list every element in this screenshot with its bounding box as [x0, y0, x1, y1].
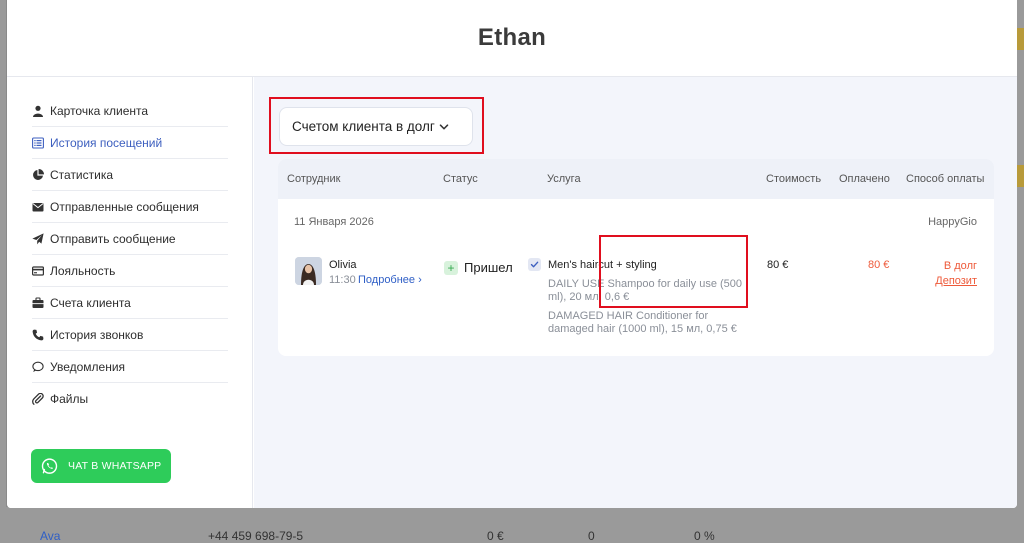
modal-title: Ethan: [477, 24, 547, 51]
background-right-edge: [1016, 0, 1024, 543]
column-header-status: Статус: [443, 173, 478, 185]
check-icon: [528, 258, 541, 271]
sidebar-item-sent-messages[interactable]: Отправленные сообщения: [32, 191, 228, 223]
briefcase-icon: [32, 296, 44, 309]
card-icon: [32, 265, 44, 277]
sidebar-item-label: Карточка клиента: [50, 103, 149, 118]
envelope-icon: [32, 201, 44, 213]
background-accent: [1016, 165, 1024, 187]
column-header-employee: Сотрудник: [287, 173, 341, 185]
chevron-down-icon: [439, 124, 449, 130]
background-value: 0 %: [694, 529, 715, 543]
sidebar-item-notifications[interactable]: Уведомления: [32, 351, 228, 383]
client-modal: Ethan Карточка клиента История посещений…: [7, 0, 1017, 508]
user-icon: [32, 105, 44, 117]
sidebar-item-label: Статистика: [50, 167, 114, 182]
sidebar-item-label: Отправленные сообщения: [50, 199, 199, 214]
payment-filter-value: Счетом клиента в долг: [292, 119, 435, 134]
sidebar-item-label: Отправить сообщение: [50, 231, 176, 246]
background-client-name: Ava: [40, 529, 61, 543]
whatsapp-icon: [41, 457, 58, 474]
modal-header: Ethan: [7, 0, 1017, 77]
column-header-payment-method: Способ оплаты: [906, 173, 985, 185]
sidebar-item-call-history[interactable]: История звонков: [32, 319, 228, 351]
filter-highlight-box: Счетом клиента в долг: [269, 97, 484, 154]
sidebar-item-client-accounts[interactable]: Счета клиента: [32, 287, 228, 319]
sidebar-item-label: Файлы: [50, 392, 89, 406]
paid-value: 80 €: [868, 259, 890, 271]
sidebar-item-label: Лояльность: [50, 263, 116, 278]
whatsapp-chat-button[interactable]: ЧАТ В WHATSAPP: [31, 449, 171, 483]
sidebar-item-label: Уведомления: [50, 359, 126, 374]
status-text: Пришел: [464, 260, 513, 275]
background-table: Ava +44 459 698-79-5 0 € 0 0 %: [0, 507, 1024, 543]
service-product: DAMAGED HAIR Conditioner for damaged hai…: [548, 310, 737, 335]
visit-date: 11 Января 2026: [294, 216, 374, 228]
payment-method: В долг: [943, 260, 977, 272]
chat-bubble-icon: [32, 361, 44, 373]
phone-icon: [32, 329, 44, 341]
column-header-cost: Стоимость: [766, 173, 822, 185]
avatar: [295, 257, 322, 285]
table-header: Сотрудник Статус Услуга Стоимость Оплаче…: [278, 159, 994, 199]
paper-plane-icon: [32, 232, 44, 245]
sidebar-item-send-message[interactable]: Отправить сообщение: [32, 223, 228, 255]
background-phone: +44 459 698-79-5: [208, 529, 304, 543]
deposit-link[interactable]: Депозит: [935, 275, 977, 287]
background-accent: [1016, 28, 1024, 50]
cost-value: 80 €: [767, 259, 789, 271]
background-row: Ava +44 459 698-79-5 0 € 0 0 %: [0, 529, 1024, 543]
salon-name: HappyGio: [928, 216, 977, 228]
sidebar-item-label: История посещений: [50, 135, 163, 150]
list-icon: [32, 136, 44, 149]
sidebar-menu: Карточка клиента История посещений Стати…: [32, 95, 228, 415]
plus-icon: +: [444, 261, 458, 275]
sidebar-item-files[interactable]: Файлы: [32, 383, 228, 415]
visit-time: 11:30: [329, 274, 356, 286]
payment-highlight-box: [599, 235, 748, 308]
sidebar-item-label: Счета клиента: [50, 295, 131, 310]
payment-filter-select[interactable]: Счетом клиента в долг: [279, 107, 473, 146]
paperclip-icon: [32, 393, 44, 405]
employee-name: Olivia: [329, 259, 357, 271]
sidebar-item-client-card[interactable]: Карточка клиента: [32, 95, 228, 127]
background-value: 0: [588, 529, 595, 543]
whatsapp-button-label: ЧАТ В WHATSAPP: [68, 460, 162, 472]
pie-chart-icon: [32, 168, 44, 181]
column-header-paid: Оплачено: [839, 173, 890, 185]
sidebar-item-visit-history[interactable]: История посещений: [32, 127, 228, 159]
details-link[interactable]: Подробнее ›: [358, 274, 422, 286]
background-left-edge: [0, 0, 6, 543]
sidebar-item-label: История звонков: [50, 327, 144, 342]
column-header-service: Услуга: [547, 173, 581, 185]
sidebar: Карточка клиента История посещений Стати…: [7, 77, 253, 508]
background-value: 0 €: [487, 529, 504, 543]
sidebar-item-loyalty[interactable]: Лояльность: [32, 255, 228, 287]
sidebar-item-statistics[interactable]: Статистика: [32, 159, 228, 191]
